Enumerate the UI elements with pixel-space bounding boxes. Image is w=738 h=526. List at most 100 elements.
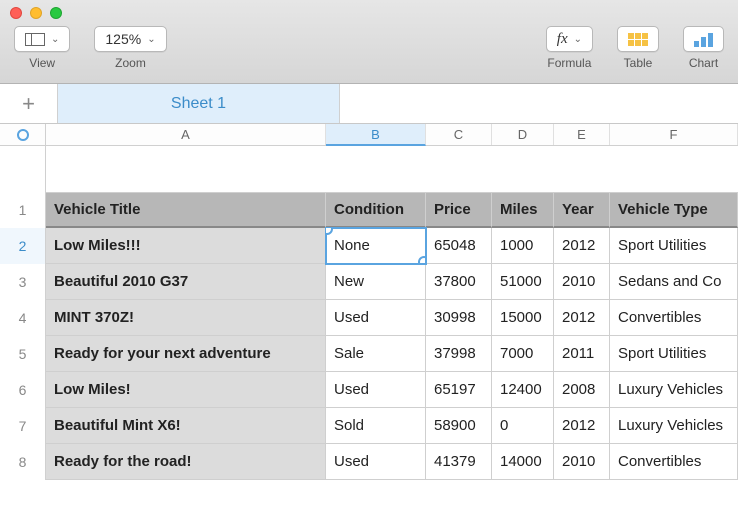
col-header-c[interactable]: C bbox=[426, 124, 492, 145]
chart-icon bbox=[694, 31, 713, 47]
cell[interactable]: Beautiful 2010 G37 bbox=[46, 264, 326, 300]
formula-icon: fx bbox=[557, 31, 568, 48]
col-header-e[interactable]: E bbox=[554, 124, 610, 145]
zoom-value: 125% bbox=[105, 31, 141, 47]
spreadsheet-grid[interactable]: 1 Vehicle Title Condition Price Miles Ye… bbox=[0, 192, 738, 480]
cell[interactable]: 2012 bbox=[554, 300, 610, 336]
col-header-b[interactable]: B bbox=[326, 124, 426, 146]
cell[interactable]: Sale bbox=[326, 336, 426, 372]
formula-button[interactable]: fx ⌄ bbox=[546, 26, 593, 52]
zoom-label: Zoom bbox=[115, 56, 146, 70]
view-label: View bbox=[29, 56, 55, 70]
row-header[interactable]: 3 bbox=[0, 264, 46, 300]
add-sheet-button[interactable]: + bbox=[0, 84, 58, 123]
toolbar: ⌄ View 125% ⌄ Zoom fx ⌄ Formula Table bbox=[0, 0, 738, 84]
chevron-down-icon: ⌄ bbox=[574, 34, 582, 45]
col-header-f[interactable]: F bbox=[610, 124, 738, 145]
header-cell-condition[interactable]: Condition bbox=[326, 192, 426, 228]
cell[interactable]: Ready for the road! bbox=[46, 444, 326, 480]
cell[interactable]: 65197 bbox=[426, 372, 492, 408]
cell[interactable]: Sold bbox=[326, 408, 426, 444]
table-row: 5 Ready for your next adventure Sale 379… bbox=[0, 336, 738, 372]
cell[interactable]: 65048 bbox=[426, 228, 492, 264]
chevron-down-icon: ⌄ bbox=[51, 34, 59, 45]
cell[interactable]: New bbox=[326, 264, 426, 300]
cell[interactable]: 2010 bbox=[554, 264, 610, 300]
cell[interactable]: Low Miles!!! bbox=[46, 228, 326, 264]
cell[interactable]: Convertibles bbox=[610, 444, 738, 480]
table-group: Table bbox=[617, 26, 659, 70]
row-header[interactable]: 6 bbox=[0, 372, 46, 408]
row-header[interactable]: 7 bbox=[0, 408, 46, 444]
view-group: ⌄ View bbox=[14, 26, 70, 70]
table-row: 2 Low Miles!!! None 65048 1000 2012 Spor… bbox=[0, 228, 738, 264]
cell[interactable]: 58900 bbox=[426, 408, 492, 444]
cell[interactable]: 41379 bbox=[426, 444, 492, 480]
cell[interactable]: Convertibles bbox=[610, 300, 738, 336]
row-header[interactable]: 1 bbox=[0, 192, 46, 228]
header-cell-year[interactable]: Year bbox=[554, 192, 610, 228]
cell[interactable]: 0 bbox=[492, 408, 554, 444]
column-headers: A B C D E F bbox=[0, 124, 738, 146]
table-button[interactable] bbox=[617, 26, 659, 52]
cell[interactable]: 51000 bbox=[492, 264, 554, 300]
cell[interactable]: 2012 bbox=[554, 408, 610, 444]
table-row: 1 Vehicle Title Condition Price Miles Ye… bbox=[0, 192, 738, 228]
cell[interactable]: Luxury Vehicles bbox=[610, 372, 738, 408]
zoom-group: 125% ⌄ Zoom bbox=[94, 26, 166, 70]
row-header[interactable]: 4 bbox=[0, 300, 46, 336]
cell[interactable]: Ready for your next adventure bbox=[46, 336, 326, 372]
view-button[interactable]: ⌄ bbox=[14, 26, 70, 52]
header-cell-type[interactable]: Vehicle Type bbox=[610, 192, 738, 228]
close-window-button[interactable] bbox=[10, 7, 22, 19]
cell[interactable]: MINT 370Z! bbox=[46, 300, 326, 336]
zoom-button[interactable]: 125% ⌄ bbox=[94, 26, 166, 52]
row-header[interactable]: 8 bbox=[0, 444, 46, 480]
cell[interactable]: 2010 bbox=[554, 444, 610, 480]
chart-label: Chart bbox=[689, 56, 718, 70]
cell[interactable]: 15000 bbox=[492, 300, 554, 336]
cell[interactable]: Used bbox=[326, 300, 426, 336]
select-all-corner[interactable] bbox=[0, 124, 46, 145]
cell[interactable]: 2008 bbox=[554, 372, 610, 408]
cell-selected[interactable]: None bbox=[326, 228, 426, 264]
header-cell-miles[interactable]: Miles bbox=[492, 192, 554, 228]
view-icon bbox=[25, 33, 45, 46]
cell[interactable]: Sport Utilities bbox=[610, 228, 738, 264]
cell[interactable]: Low Miles! bbox=[46, 372, 326, 408]
cell[interactable]: Luxury Vehicles bbox=[610, 408, 738, 444]
table-row: 3 Beautiful 2010 G37 New 37800 51000 201… bbox=[0, 264, 738, 300]
cell[interactable]: 2011 bbox=[554, 336, 610, 372]
cell[interactable]: Used bbox=[326, 372, 426, 408]
table-icon bbox=[628, 33, 648, 46]
cell[interactable]: Sedans and Co bbox=[610, 264, 738, 300]
minimize-window-button[interactable] bbox=[30, 7, 42, 19]
cell[interactable]: 30998 bbox=[426, 300, 492, 336]
header-cell-title[interactable]: Vehicle Title bbox=[46, 192, 326, 228]
header-cell-price[interactable]: Price bbox=[426, 192, 492, 228]
cell[interactable]: Beautiful Mint X6! bbox=[46, 408, 326, 444]
row-header[interactable]: 5 bbox=[0, 336, 46, 372]
table-row: 4 MINT 370Z! Used 30998 15000 2012 Conve… bbox=[0, 300, 738, 336]
formula-label: Formula bbox=[547, 56, 591, 70]
cell[interactable]: 14000 bbox=[492, 444, 554, 480]
table-label: Table bbox=[624, 56, 653, 70]
cell[interactable]: 12400 bbox=[492, 372, 554, 408]
row-header[interactable]: 2 bbox=[0, 228, 46, 264]
cell[interactable]: 37998 bbox=[426, 336, 492, 372]
cell[interactable]: 2012 bbox=[554, 228, 610, 264]
cell[interactable]: Sport Utilities bbox=[610, 336, 738, 372]
chart-button[interactable] bbox=[683, 26, 724, 52]
cell[interactable]: 37800 bbox=[426, 264, 492, 300]
table-row: 8 Ready for the road! Used 41379 14000 2… bbox=[0, 444, 738, 480]
cell[interactable]: 7000 bbox=[492, 336, 554, 372]
col-header-a[interactable]: A bbox=[46, 124, 326, 145]
col-header-d[interactable]: D bbox=[492, 124, 554, 145]
cell[interactable]: 1000 bbox=[492, 228, 554, 264]
maximize-window-button[interactable] bbox=[50, 7, 62, 19]
sheet-tabs: + Sheet 1 bbox=[0, 84, 738, 124]
cell[interactable]: Used bbox=[326, 444, 426, 480]
sheet-tab[interactable]: Sheet 1 bbox=[58, 84, 340, 123]
circle-icon bbox=[17, 129, 29, 141]
chart-group: Chart bbox=[683, 26, 724, 70]
